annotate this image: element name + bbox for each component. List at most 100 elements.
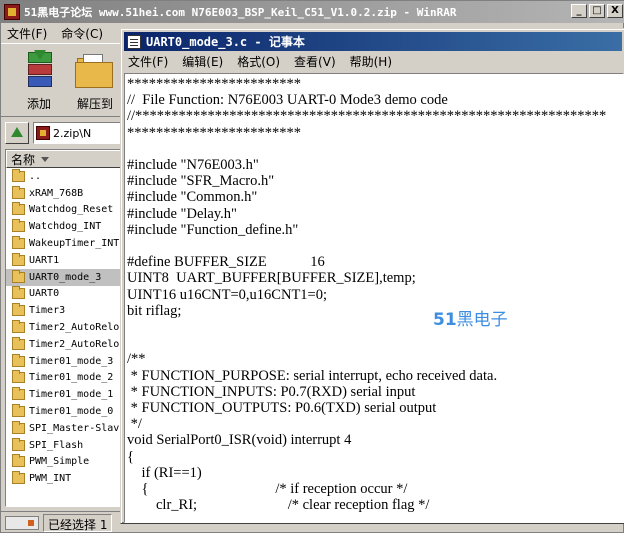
file-name: SPI_Flash: [29, 439, 84, 451]
menu-commands[interactable]: 命令(C): [61, 25, 103, 42]
winrar-titlebar[interactable]: 51黑电子论坛 www.51hei.com N76E003_BSP_Keil_C…: [1, 1, 624, 23]
code-line: //**************************************…: [127, 108, 607, 125]
notepad-menu-file[interactable]: 文件(F): [128, 53, 168, 70]
extract-to-button-label: 解压到: [76, 97, 113, 111]
winrar-app-icon: [4, 4, 20, 20]
code-line: #include "Common.h": [127, 189, 258, 206]
notepad-menu-edit[interactable]: 编辑(E): [182, 53, 223, 70]
file-name: PWM_Simple: [29, 456, 90, 468]
file-name: Timer2_AutoRelo: [29, 338, 120, 350]
file-name: UART0: [29, 288, 60, 300]
watermark: 51黑电子: [433, 310, 508, 330]
file-row[interactable]: Watchdog_INT: [6, 218, 124, 235]
file-row[interactable]: SPI_Master-Slav: [6, 420, 124, 437]
file-name: ..: [29, 170, 42, 182]
file-row[interactable]: Timer01_mode_0: [6, 403, 124, 420]
sort-down-icon: [41, 156, 50, 162]
folder-icon: [12, 387, 25, 401]
file-row[interactable]: PWM_Simple: [6, 454, 124, 471]
minimize-button[interactable]: _: [571, 4, 587, 18]
code-line: {: [127, 448, 134, 465]
notepad-title: UART0_mode_3.c - 记事本: [146, 35, 305, 49]
file-row[interactable]: UART0_mode_3: [6, 268, 124, 286]
file-name: SPI_Master-Slav: [29, 422, 120, 434]
drive-icon: [5, 515, 39, 530]
folder-icon: [12, 185, 25, 199]
file-row[interactable]: WakeupTimer_INT: [6, 235, 124, 252]
code-line: if (RI==1): [127, 464, 202, 481]
notepad-titlebar[interactable]: UART0_mode_3.c - 记事本: [124, 32, 622, 51]
file-name: WakeupTimer_INT: [29, 238, 120, 250]
file-row[interactable]: Timer3: [6, 302, 124, 319]
notepad-menu-format[interactable]: 格式(O): [237, 53, 280, 70]
file-row[interactable]: UART0: [6, 286, 124, 303]
code-line: UINT8 UART_BUFFER[BUFFER_SIZE],temp;: [127, 270, 416, 287]
file-row[interactable]: UART1: [6, 252, 124, 269]
extract-to-button[interactable]: 解压到: [71, 48, 119, 114]
code-line: * FUNCTION_PURPOSE: serial interrupt, ec…: [127, 367, 498, 384]
address-field[interactable]: 2.zip\N: [33, 122, 131, 144]
file-row[interactable]: xRAM_768B: [6, 185, 124, 202]
code-line: #include "SFR_Macro.h": [127, 173, 275, 190]
folder-icon: [12, 168, 25, 182]
winrar-title: 51黑电子论坛 www.51hei.com N76E003_BSP_Keil_C…: [24, 6, 457, 19]
code-line: // File Function: N76E003 UART-0 Mode3 d…: [127, 92, 448, 109]
code-line: #define BUFFER_SIZE 16: [127, 254, 325, 271]
up-folder-icon[interactable]: [5, 122, 29, 144]
maximize-button[interactable]: □: [589, 4, 605, 18]
file-row[interactable]: PWM_INT: [6, 470, 124, 487]
code-line: { /* if reception occur */: [127, 481, 408, 498]
file-row[interactable]: SPI_Flash: [6, 437, 124, 454]
folder-icon: [12, 252, 25, 266]
file-name: Timer01_mode_2: [29, 372, 114, 384]
code-line: UINT16 u16CNT=0,u16CNT1=0;: [127, 286, 328, 303]
code-content: ************************ // File Function…: [127, 76, 606, 513]
folder-icon: [12, 269, 25, 283]
folder-icon: [12, 303, 25, 317]
notepad-menu-help[interactable]: 帮助(H): [350, 53, 392, 70]
notepad-window: UART0_mode_3.c - 记事本 文件(F) 编辑(E) 格式(O) 查…: [120, 28, 624, 524]
folder-icon: [12, 420, 25, 434]
folder-icon: [12, 471, 25, 485]
file-list: 名称 .. xRAM_768B Watchdog_Reset Watchdog_INT…: [5, 149, 125, 507]
folder-icon: [12, 202, 25, 216]
folder-icon: [12, 236, 25, 250]
winrar-window-controls: _ □ X: [571, 4, 623, 18]
file-name: UART0_mode_3: [29, 271, 102, 283]
folder-icon: [12, 320, 25, 334]
code-line: * FUNCTION_OUTPUTS: P0.6(TXD) serial out…: [127, 400, 437, 417]
file-row[interactable]: ..: [6, 168, 124, 185]
code-line: #include "Function_define.h": [127, 221, 299, 238]
file-rows: .. xRAM_768B Watchdog_Reset Watchdog_INT Wak…: [6, 168, 124, 487]
file-name: Timer01_mode_0: [29, 406, 114, 418]
file-row[interactable]: Timer01_mode_2: [6, 370, 124, 387]
file-name: Timer3: [29, 305, 66, 317]
close-button[interactable]: X: [607, 4, 623, 18]
code-line: #include "Delay.h": [127, 205, 237, 222]
file-name: PWM_INT: [29, 473, 72, 485]
folder-icon: [12, 454, 25, 468]
archive-icon: [36, 126, 50, 140]
code-line: void SerialPort0_ISR(void) interrupt 4: [127, 432, 352, 449]
notepad-icon: [127, 34, 141, 49]
extract-folder-icon: [75, 54, 115, 90]
file-row[interactable]: Timer2_AutoRelo: [6, 319, 124, 336]
menu-file[interactable]: 文件(F): [7, 25, 47, 42]
code-line: ************************: [127, 124, 301, 141]
column-header-name[interactable]: 名称: [6, 150, 124, 168]
file-row[interactable]: Timer01_mode_3: [6, 353, 124, 370]
file-row[interactable]: Timer01_mode_1: [6, 386, 124, 403]
notepad-menu-view[interactable]: 查看(V): [294, 53, 336, 70]
file-name: Watchdog_INT: [29, 221, 102, 233]
file-row[interactable]: Timer2_AutoRelo: [6, 336, 124, 353]
code-line: bit riflag;: [127, 302, 182, 319]
add-button[interactable]: 添加: [15, 48, 63, 114]
notepad-text-area[interactable]: ************************ // File Function…: [124, 73, 624, 523]
winrar-address-bar: 2.zip\N: [1, 119, 131, 147]
file-row[interactable]: Watchdog_Reset: [6, 202, 124, 219]
file-name: UART1: [29, 254, 60, 266]
